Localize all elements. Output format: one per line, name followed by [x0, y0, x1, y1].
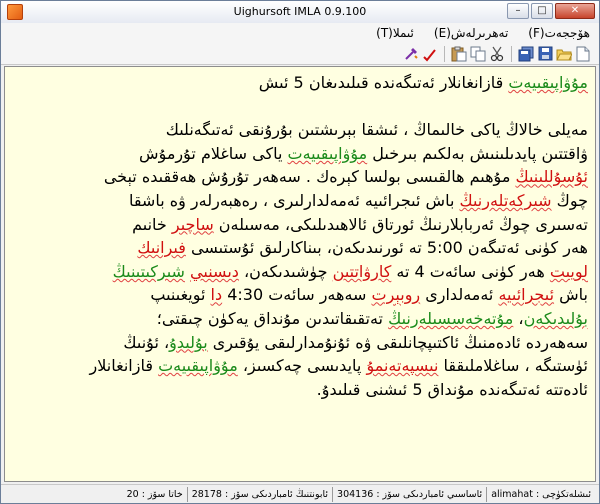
- misspelled-word[interactable]: فىرانىك: [137, 238, 186, 257]
- editor-line[interactable]: ۋاقتتىن پايدىلىنىش بەلكىم بىرخىل مۇۋاپىق…: [10, 142, 588, 166]
- editor-line[interactable]: چوڭ شىركەتلەرنىڭ باش ئىجرائىيە ئەمەلدارل…: [10, 189, 588, 213]
- misspelled-word[interactable]: نىسپەتەنمۇ: [366, 356, 438, 375]
- misspelled-word[interactable]: ئىجرائىيە: [498, 285, 554, 304]
- text-run: تەسىرى چوڭ ئەربابلارنىڭ ئورتاق ئالاھىدىل…: [213, 214, 588, 234]
- text-run: ئەمەلدارى: [420, 285, 499, 305]
- suggested-word[interactable]: بۇلىدۇ: [169, 333, 208, 352]
- window-controls: – □ ✕: [507, 3, 595, 19]
- editor-line[interactable]: [10, 95, 588, 119]
- status-total-words: ئاساسىي ئامباردىكى سۆز : 304136: [332, 486, 486, 502]
- text-run: سەھەردە ئادەمنىڭ ئاكتىپچانلىقى ۋە ئۇنۇمد…: [207, 332, 588, 352]
- text-run: ۋاقتتىن پايدىلىنىش بەلكىم بىرخىل: [367, 143, 588, 163]
- new-file-icon[interactable]: [575, 46, 591, 62]
- misspelled-word[interactable]: كارۋاتتىن: [333, 262, 392, 281]
- suggested-word[interactable]: مۇۋاپىقىيەت: [508, 73, 588, 92]
- misspelled-word[interactable]: دا: [211, 285, 223, 304]
- cut-icon[interactable]: [489, 46, 505, 62]
- status-wrong-words: خاتا سۆز : 20: [126, 488, 183, 500]
- toolbar-separator: [444, 45, 445, 62]
- open-folder-icon[interactable]: [556, 46, 572, 62]
- text-run: ئۈستىگە ، ساغلاملىققا: [438, 356, 589, 376]
- editor-line[interactable]: ئادەتتە ئەتىگەندە مۇنداق 5 ئىشنى قىلىدۇ.: [10, 378, 588, 402]
- text-run: ئويغىنىپ: [150, 285, 211, 305]
- editor-line[interactable]: ئۇسۇللىنىڭ مۇھىم ھالقىسى بولسا كېرەك . س…: [10, 165, 588, 189]
- text-run: ئادەتتە ئەتىگەندە مۇنداق 5 ئىشنى قىلىدۇ.: [316, 379, 588, 399]
- text-run: باش ئىجرائىيە ئەمەلدارلىرى ، رەھبەرلەر ۋ…: [128, 190, 460, 210]
- paste-icon[interactable]: [451, 46, 467, 62]
- text-run: چوڭ: [551, 190, 588, 210]
- copy-icon[interactable]: [470, 46, 486, 62]
- title-bar[interactable]: Uighursoft IMLA 0.9.100 – □ ✕: [1, 1, 599, 23]
- editor-line[interactable]: لويىت ھەر كۈنى سائەت 4 تە كارۋاتتىن چۈشى…: [10, 260, 588, 284]
- menu-edit[interactable]: تەھرىرلەش(E): [431, 26, 511, 40]
- spellcheck-icon[interactable]: [422, 46, 438, 62]
- editor-line[interactable]: مەيلى خالاڭ ياكى خالىماڭ ، ئىشقا بېرىشتى…: [10, 118, 588, 142]
- suggested-word[interactable]: مۇۋاپىقىيەت: [158, 356, 238, 375]
- maximize-button[interactable]: □: [531, 3, 553, 19]
- editor-line[interactable]: بۇلىدىكەن، مۇتەخەسسىلەرنىڭ تەتقىقاتىدىن …: [10, 307, 588, 331]
- status-user: ئىشلەتكۈچى : alimahat: [486, 486, 595, 502]
- text-run: ھەر كۈنى سائەت 4 تە: [391, 261, 550, 281]
- misspelled-word[interactable]: ئۇسۇللىنىڭ: [515, 167, 588, 186]
- settings-icon[interactable]: [403, 46, 419, 62]
- editor-line[interactable]: سەھەردە ئادەمنىڭ ئاكتىپچانلىقى ۋە ئۇنۇمد…: [10, 331, 588, 355]
- app-window: Uighursoft IMLA 0.9.100 – □ ✕ ھۆججەت(F) …: [0, 0, 600, 504]
- misspelled-word[interactable]: ساچىر: [172, 215, 214, 234]
- text-run: ھەر كۈنى ئەتىگەن 5:00 تە ئورنىدىكەن، بىن…: [185, 238, 588, 258]
- menu-spelling[interactable]: ئىملا(T): [373, 26, 417, 40]
- editor-line[interactable]: باش ئىجرائىيە ئەمەلدارى روبېرت سەھەر سائ…: [10, 283, 588, 307]
- text-run: پايدىسى چەكسىز،: [237, 356, 367, 376]
- misspelled-word[interactable]: دىسنىي: [190, 262, 239, 281]
- save-icon[interactable]: [537, 46, 553, 62]
- text-run: قازانغانلار ئەتىگەندە قىلىدىغان 5 ئىش: [258, 73, 509, 92]
- suggested-word[interactable]: مۇۋاپىقىيەت: [288, 144, 368, 163]
- text-run: مەيلى خالاڭ ياكى خالىماڭ ، ئىشقا بېرىشتى…: [165, 120, 588, 140]
- suggested-word[interactable]: بۇلىدىكەن: [524, 309, 588, 328]
- misspelled-word[interactable]: لويىت: [550, 262, 588, 281]
- misspelled-word[interactable]: روبېرت: [372, 285, 421, 304]
- text-run: تەتقىقاتىدىن مۇنداق يەكۈن چىقتى؛: [156, 308, 389, 328]
- text-run: مۇھىم ھالقىسى بولسا كېرەك . سەھەر تۇرۇش …: [103, 167, 516, 187]
- toolbar-separator: [511, 45, 512, 62]
- editor-line[interactable]: مۇۋاپىقىيەت قازانغانلار ئەتىگەندە قىلىدى…: [10, 71, 588, 95]
- suggested-word[interactable]: مۇتەخەسسىلەرنىڭ: [388, 309, 513, 328]
- suggested-word[interactable]: شىركىتىنىڭ: [113, 262, 185, 281]
- text-run: ، ئۇنىڭ: [123, 332, 170, 352]
- toolbar: [1, 43, 599, 65]
- editor-line[interactable]: ھەر كۈنى ئەتىگەن 5:00 تە ئورنىدىكەن، بىن…: [10, 236, 588, 260]
- text-run: ،: [513, 308, 524, 328]
- minimize-button[interactable]: –: [507, 3, 529, 19]
- editor-line[interactable]: ئۈستىگە ، ساغلاملىققا نىسپەتەنمۇ پايدىسى…: [10, 354, 588, 378]
- text-run: سەھەر سائەت 4:30: [222, 285, 372, 305]
- status-bar: ئىشلەتكۈچى : alimahat ئاساسىي ئامباردىكى…: [1, 484, 599, 503]
- text-editor[interactable]: مۇۋاپىقىيەت قازانغانلار ئەتىگەندە قىلىدى…: [4, 66, 596, 482]
- menu-bar: ھۆججەت(F) تەھرىرلەش(E) ئىملا(T): [1, 23, 599, 43]
- text-run: چۈشىدىكەن،: [238, 261, 333, 281]
- close-button[interactable]: ✕: [555, 3, 595, 19]
- status-user-words: ئابونتنىڭ ئامباردىكى سۆز : 28178: [186, 486, 332, 502]
- text-run: خانىم: [132, 214, 172, 234]
- menu-file[interactable]: ھۆججەت(F): [525, 26, 593, 40]
- editor-content[interactable]: مۇۋاپىقىيەت قازانغانلار ئەتىگەندە قىلىدى…: [5, 67, 595, 401]
- editor-line[interactable]: تەسىرى چوڭ ئەربابلارنىڭ ئورتاق ئالاھىدىل…: [10, 213, 588, 237]
- misspelled-word[interactable]: شىركەتلەرنىڭ: [459, 191, 551, 210]
- text-run: قازانغانلار: [89, 356, 159, 376]
- save-all-icon[interactable]: [518, 46, 534, 62]
- text-run: ياكى ساغلام تۇرمۇش: [139, 143, 288, 163]
- text-run: باش: [554, 285, 588, 305]
